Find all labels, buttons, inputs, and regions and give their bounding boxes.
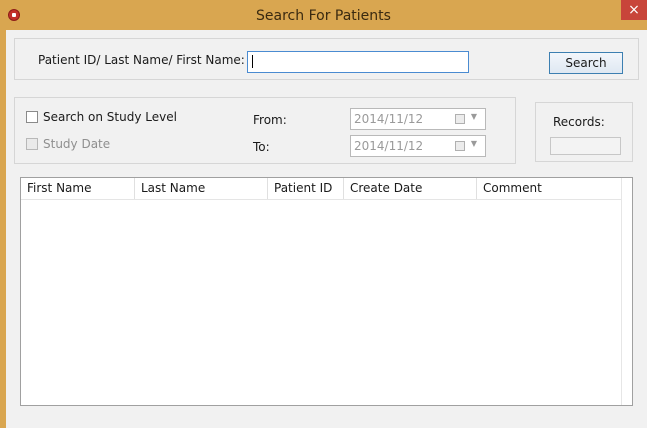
dialog-client-area: Patient ID/ Last Name/ First Name: Searc… (6, 30, 647, 428)
dropdown-arrow-icon: ▼ (470, 139, 477, 148)
column-header-patient-id[interactable]: Patient ID (268, 178, 344, 199)
to-date-picker: 2014/11/12 ▼ (350, 135, 486, 157)
title-bar[interactable]: Search For Patients × (0, 0, 647, 30)
dropdown-arrow-icon: ▼ (470, 112, 477, 121)
to-label: To: (253, 140, 270, 154)
search-input[interactable] (247, 51, 469, 73)
text-caret (252, 55, 253, 68)
column-header-create-date[interactable]: Create Date (344, 178, 477, 199)
study-level-checkbox[interactable] (26, 111, 38, 123)
study-date-label: Study Date (43, 137, 111, 151)
study-level-label: Search on Study Level (43, 110, 177, 124)
from-date-picker: 2014/11/12 ▼ (350, 108, 486, 130)
calendar-icon (455, 114, 465, 124)
calendar-icon (455, 141, 465, 151)
study-filter-group: Search on Study Level Study Date From: 2… (14, 97, 516, 164)
table-header: First Name Last Name Patient ID Create D… (21, 178, 622, 200)
search-group: Patient ID/ Last Name/ First Name: Searc… (14, 38, 639, 80)
search-patients-window: Search For Patients × Patient ID/ Last N… (0, 0, 647, 428)
search-label: Patient ID/ Last Name/ First Name: (38, 53, 245, 67)
column-header-last-name[interactable]: Last Name (135, 178, 268, 199)
records-group: Records: (535, 102, 633, 162)
from-label: From: (253, 113, 287, 127)
column-header-first-name[interactable]: First Name (21, 178, 135, 199)
column-header-comment[interactable]: Comment (477, 178, 622, 199)
window-title: Search For Patients (256, 8, 391, 24)
vertical-scrollbar[interactable] (621, 178, 632, 405)
from-date-value: 2014/11/12 (354, 112, 424, 126)
search-button[interactable]: Search (549, 52, 623, 74)
records-label: Records: (553, 115, 605, 129)
study-date-checkbox (26, 138, 38, 150)
records-count-field (550, 137, 621, 155)
to-date-value: 2014/11/12 (354, 139, 424, 153)
close-button[interactable]: × (621, 0, 647, 20)
patients-results-table[interactable]: First Name Last Name Patient ID Create D… (20, 177, 633, 406)
